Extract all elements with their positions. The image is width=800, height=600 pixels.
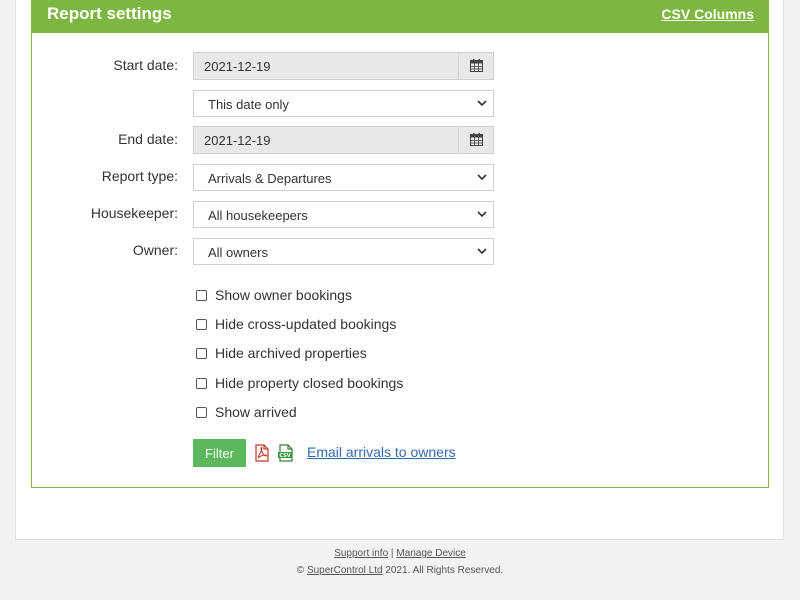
copyright-text: 2021. All Rights Reserved.	[385, 565, 504, 576]
start-date-field[interactable]: 2021-12-19	[193, 52, 494, 80]
start-date-value: 2021-12-19	[204, 59, 271, 74]
report-type-value: Arrivals & Departures	[208, 171, 332, 186]
chevron-down-icon	[477, 248, 487, 255]
checkbox[interactable]	[196, 348, 207, 359]
end-date-label: End date:	[118, 131, 178, 147]
copyright-symbol: ©	[296, 565, 305, 576]
chevron-down-icon	[477, 211, 487, 218]
footer-links: Support info | Manage Device	[0, 548, 800, 559]
date-range-select[interactable]: This date only	[193, 90, 494, 117]
date-range-value: This date only	[208, 97, 289, 112]
option-label: Show arrived	[215, 404, 297, 420]
footer-copyright: © SuperControl Ltd 2021. All Rights Rese…	[0, 565, 800, 576]
calendar-icon	[470, 133, 483, 146]
checkbox[interactable]	[196, 378, 207, 389]
option-label: Hide property closed bookings	[215, 375, 404, 391]
manage-device-link[interactable]: Manage Device	[396, 548, 465, 559]
report-type-label: Report type:	[101, 168, 178, 184]
housekeeper-value: All housekeepers	[208, 208, 308, 223]
chevron-down-icon	[477, 174, 487, 181]
option-label: Show owner bookings	[215, 287, 352, 303]
end-date-calendar-button[interactable]	[458, 127, 493, 153]
email-arrivals-link[interactable]: Email arrivals to owners	[307, 444, 456, 460]
housekeeper-label: Housekeeper:	[90, 205, 178, 221]
owner-value: All owners	[208, 245, 268, 260]
report-type-select[interactable]: Arrivals & Departures	[193, 164, 494, 191]
checkbox[interactable]	[196, 319, 207, 330]
start-date-label: Start date:	[113, 57, 178, 73]
calendar-icon	[470, 59, 483, 72]
checkbox[interactable]	[196, 407, 207, 418]
company-link[interactable]: SuperControl Ltd	[307, 565, 383, 576]
chevron-down-icon	[477, 100, 487, 107]
housekeeper-select[interactable]: All housekeepers	[193, 201, 494, 228]
option-label: Hide archived properties	[215, 345, 367, 361]
end-date-field[interactable]: 2021-12-19	[193, 126, 494, 154]
panel-title: Report settings	[47, 4, 172, 23]
owner-select[interactable]: All owners	[193, 238, 494, 265]
end-date-value: 2021-12-19	[204, 133, 271, 148]
csv-columns-link[interactable]: CSV Columns	[661, 4, 754, 24]
filter-button[interactable]: Filter	[193, 439, 246, 467]
support-info-link[interactable]: Support info	[334, 548, 388, 559]
panel-header: Report settings CSV Columns	[31, 0, 769, 33]
start-date-calendar-button[interactable]	[458, 53, 493, 79]
pdf-icon[interactable]	[253, 444, 271, 467]
option-label: Hide cross-updated bookings	[215, 316, 397, 332]
checkbox[interactable]	[196, 290, 207, 301]
owner-label: Owner:	[132, 242, 178, 258]
csv-icon[interactable]: CSV	[277, 444, 295, 467]
csv-icon-text: CSV	[279, 453, 290, 459]
footer-separator: |	[390, 548, 394, 559]
